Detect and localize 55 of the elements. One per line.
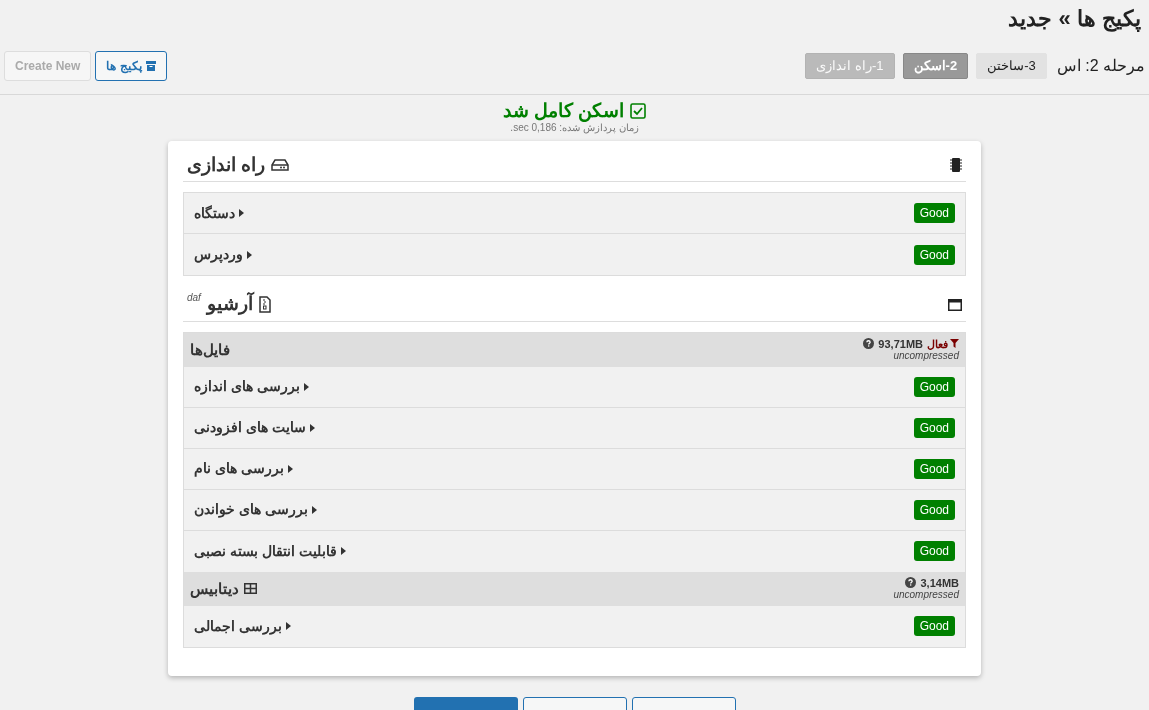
status-badge: Good: [913, 541, 955, 562]
size-value: 93,71MB: [878, 337, 923, 350]
check-toggle[interactable]: وردپرس: [194, 244, 252, 266]
wizard-step: 3-ساختن: [976, 53, 1047, 79]
status-badge: Good: [913, 203, 955, 224]
page-title: پکیج ها » جدید: [1008, 5, 1141, 34]
caret-icon: [309, 423, 315, 432]
checkbox-icon: [630, 103, 647, 120]
footer-button[interactable]: [413, 696, 518, 710]
chip-icon: [950, 158, 962, 173]
check-toggle[interactable]: بررسی های اندازه: [194, 376, 309, 398]
filter-status: فعال: [927, 337, 948, 350]
zip-file-icon: [258, 296, 271, 314]
filter-icon: [950, 339, 959, 349]
check-toggle[interactable]: قابلیت انتقال بسته نصبی: [194, 540, 346, 562]
status-badge: Good: [913, 616, 955, 637]
status-badge: Good: [913, 458, 955, 479]
check-toggle[interactable]: دستگاه: [194, 202, 244, 224]
packages-button[interactable]: پکیج ها: [95, 51, 167, 81]
group-title: دیتابیس: [190, 578, 239, 600]
wizard-step: 1-راه اندازی: [805, 53, 895, 79]
footer-button[interactable]: [631, 696, 736, 710]
step-label: مرحله 2: اس: [1056, 56, 1145, 77]
caret-icon: [247, 250, 252, 259]
hard-drive-icon: [271, 159, 290, 172]
archive-heading: آرشیو: [206, 291, 253, 317]
status-badge: Good: [913, 244, 955, 265]
caret-icon: [239, 209, 244, 218]
window-icon: [948, 298, 962, 311]
caret-icon: [340, 547, 346, 556]
group-title: فایل‌ها: [190, 339, 230, 360]
check-toggle[interactable]: بررسی های خواندن: [194, 499, 317, 521]
scan-complete-title: اسکن کامل شد: [502, 101, 625, 122]
caret-icon: [303, 382, 309, 391]
caret-icon: [287, 464, 293, 473]
archive-note: daf: [187, 291, 201, 306]
size-note: uncompressed: [893, 588, 959, 601]
help-icon: [863, 338, 875, 350]
processing-time: زمان پردازش شده: 0,186 sec.: [510, 121, 639, 133]
caret-icon: [285, 622, 291, 631]
size-note: uncompressed: [893, 349, 959, 362]
table-icon: [244, 583, 257, 595]
setup-heading: راه اندازی: [187, 152, 266, 178]
archive-box-icon: [145, 61, 156, 71]
status-badge: Good: [913, 499, 955, 520]
status-badge: Good: [913, 417, 955, 438]
check-toggle[interactable]: بررسی اجمالی: [194, 615, 291, 637]
caret-icon: [311, 505, 317, 514]
help-icon: [905, 577, 917, 589]
size-value: 3,14MB: [920, 576, 959, 589]
status-badge: Good: [913, 376, 955, 397]
wizard-step: 2-اسکن: [902, 53, 969, 79]
check-toggle[interactable]: بررسی های نام: [194, 458, 293, 480]
check-toggle[interactable]: سایت های افزودنی: [194, 417, 315, 439]
footer-button[interactable]: [522, 696, 627, 710]
